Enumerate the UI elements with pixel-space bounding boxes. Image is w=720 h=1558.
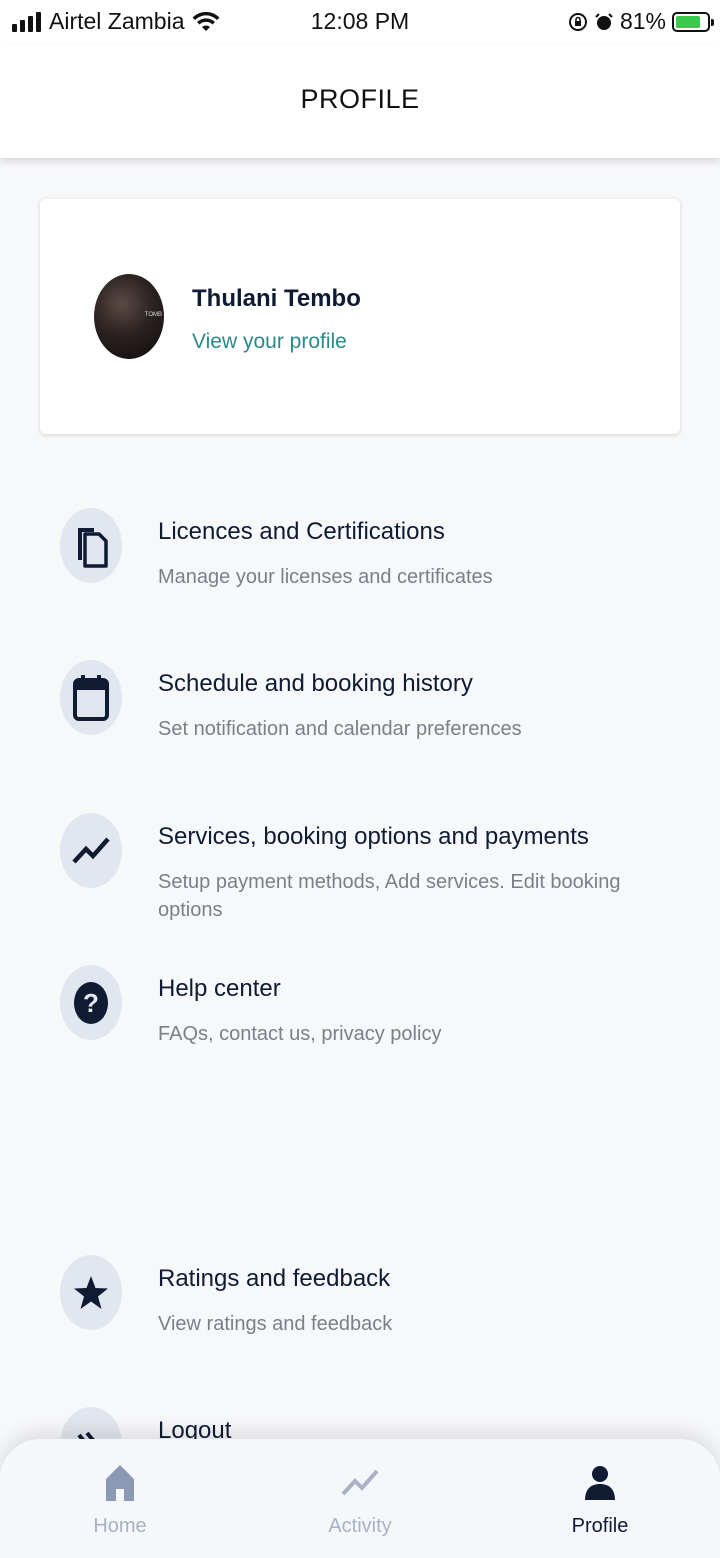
battery-percentage: 81% <box>619 8 666 34</box>
status-bar: Airtel Zambia 12:08 PM 81% <box>0 0 720 46</box>
menu-title: Schedule and booking history <box>158 670 473 697</box>
help-icon: ? <box>60 965 122 1040</box>
nav-activity[interactable]: Activity <box>290 1461 430 1538</box>
nav-home[interactable]: Home <box>50 1461 190 1538</box>
menu-subtitle: Set notification and calendar preference… <box>158 718 522 740</box>
star-icon <box>60 1255 122 1330</box>
nav-profile-label: Profile <box>571 1515 629 1537</box>
app-header: PROFILE <box>0 46 720 158</box>
battery-icon <box>672 11 714 32</box>
nav-home-label: Home <box>93 1515 147 1537</box>
page-title: PROFILE <box>300 84 420 114</box>
menu-title: Licences and Certifications <box>158 518 445 545</box>
bottom-nav: Home Activity Profile <box>0 1439 720 1558</box>
menu-title: Ratings and feedback <box>158 1265 391 1292</box>
nav-activity-label: Activity <box>328 1515 392 1537</box>
menu-subtitle: Setup payment methods, Add services. Edi… <box>158 871 621 921</box>
menu-title: Help center <box>158 975 281 1002</box>
menu-title: Services, booking options and payments <box>158 823 589 850</box>
alarm-icon <box>595 12 613 30</box>
svg-text:?: ? <box>83 988 99 1018</box>
battery-fill <box>676 15 701 28</box>
profile-card[interactable]: TOMB Thulani Tembo View your profile <box>40 199 680 434</box>
nav-profile[interactable]: Profile <box>530 1461 670 1538</box>
menu-subtitle: Manage your licenses and certificates <box>158 566 493 588</box>
trend-icon <box>60 813 122 888</box>
copy-icon <box>60 508 122 583</box>
avatar[interactable]: TOMB <box>94 274 164 359</box>
calendar-icon <box>60 660 122 735</box>
view-profile-link[interactable]: View your profile <box>192 330 347 354</box>
menu-subtitle: FAQs, contact us, privacy policy <box>158 1023 442 1045</box>
status-right: 81% <box>568 8 714 35</box>
home-icon <box>50 1461 190 1505</box>
profile-name: Thulani Tembo <box>192 285 361 312</box>
person-icon <box>530 1461 670 1505</box>
avatar-text: TOMB <box>144 312 162 318</box>
activity-icon <box>290 1461 430 1505</box>
menu-subtitle: View ratings and feedback <box>158 1313 393 1335</box>
rotation-lock-icon <box>568 12 587 31</box>
